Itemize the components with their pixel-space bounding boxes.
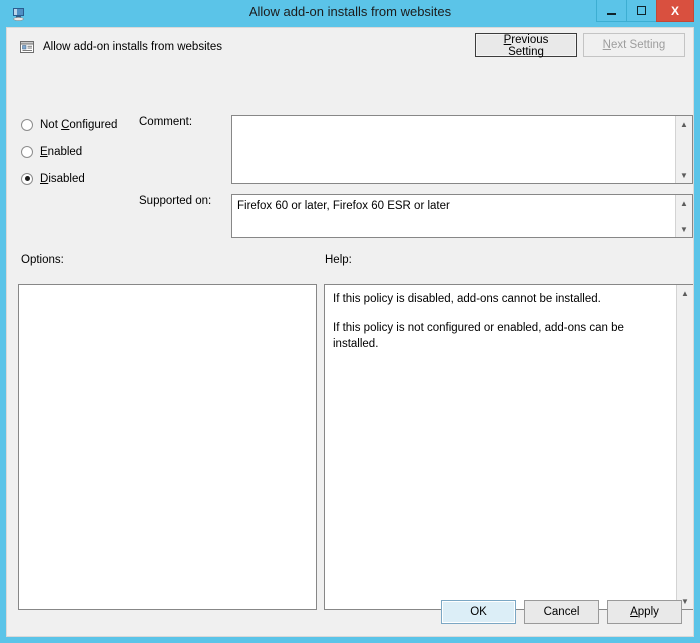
maximize-button[interactable] bbox=[626, 0, 657, 22]
policy-state-radio-group: Not Configured Enabled Disabled bbox=[21, 114, 141, 195]
supported-on-label: Supported on: bbox=[139, 195, 212, 207]
radio-enabled[interactable]: Enabled bbox=[21, 141, 141, 162]
radio-disabled[interactable]: Disabled bbox=[21, 168, 141, 189]
radio-not-configured-label: Not Configured bbox=[40, 118, 118, 131]
apply-label-rest: pply bbox=[637, 606, 659, 618]
help-paragraph: If this policy is disabled, add-ons cann… bbox=[333, 293, 601, 305]
policy-setting-icon bbox=[19, 39, 35, 55]
dialog-window: Allow add-on installs from websites X Al… bbox=[0, 0, 700, 643]
supported-on-scroll-down-icon[interactable]: ▼ bbox=[676, 221, 692, 237]
header-row: Allow add-on installs from websites Prev… bbox=[7, 28, 693, 72]
close-button[interactable]: X bbox=[656, 0, 694, 22]
radio-not-configured-indicator bbox=[21, 118, 33, 131]
comment-textbox[interactable]: ▲ ▼ bbox=[231, 115, 693, 184]
radio-enabled-label: Enabled bbox=[40, 145, 83, 158]
navigation-buttons: Previous Setting Next Setting bbox=[469, 33, 685, 58]
maximize-icon bbox=[637, 6, 646, 15]
comment-scroll-down-icon[interactable]: ▼ bbox=[676, 167, 692, 183]
help-scrollbar[interactable]: ▲ ▼ bbox=[676, 285, 693, 609]
help-content: If this policy is disabled, add-ons cann… bbox=[325, 285, 676, 609]
dialog-client-area: Allow add-on installs from websites Prev… bbox=[6, 27, 694, 637]
cancel-button[interactable]: Cancel bbox=[524, 600, 599, 624]
supported-on-value: Firefox 60 or later, Firefox 60 ESR or l… bbox=[237, 200, 450, 212]
radio-disabled-indicator bbox=[21, 172, 33, 185]
policy-title-block: Allow add-on installs from websites bbox=[19, 39, 222, 55]
supported-on-scroll-up-icon[interactable]: ▲ bbox=[676, 195, 692, 211]
previous-setting-label-rest: revious Setting bbox=[508, 34, 549, 58]
radio-enabled-indicator bbox=[21, 145, 33, 158]
dialog-footer: OK Cancel Apply bbox=[433, 600, 682, 624]
help-scroll-track[interactable] bbox=[677, 301, 693, 593]
apply-button[interactable]: Apply bbox=[607, 600, 682, 624]
ok-button[interactable]: OK bbox=[441, 600, 516, 624]
title-bar[interactable]: Allow add-on installs from websites X bbox=[6, 0, 694, 27]
window-title: Allow add-on installs from websites bbox=[248, 4, 452, 19]
minimize-icon bbox=[607, 12, 616, 15]
group-policy-editor-icon bbox=[10, 5, 28, 23]
radio-disabled-label: Disabled bbox=[40, 172, 85, 185]
comment-label: Comment: bbox=[139, 116, 193, 128]
supported-on-scroll-track[interactable] bbox=[676, 211, 692, 221]
radio-not-configured[interactable]: Not Configured bbox=[21, 114, 141, 135]
supported-on-scrollbar[interactable]: ▲ ▼ bbox=[675, 195, 692, 237]
comment-value[interactable] bbox=[232, 116, 675, 183]
options-label: Options: bbox=[21, 254, 64, 266]
next-setting-button[interactable]: Next Setting bbox=[583, 33, 685, 57]
help-panel: If this policy is disabled, add-ons cann… bbox=[324, 284, 693, 610]
supported-on-textbox[interactable]: Firefox 60 or later, Firefox 60 ESR or l… bbox=[231, 194, 693, 238]
options-panel[interactable] bbox=[18, 284, 317, 610]
next-setting-label-rest: ext Setting bbox=[610, 39, 666, 51]
comment-scroll-up-icon[interactable]: ▲ bbox=[676, 116, 692, 132]
previous-setting-button[interactable]: Previous Setting bbox=[475, 33, 577, 58]
help-scroll-up-icon[interactable]: ▲ bbox=[677, 285, 693, 301]
policy-name-label: Allow add-on installs from websites bbox=[43, 41, 222, 53]
help-label: Help: bbox=[325, 254, 352, 266]
comment-scroll-track[interactable] bbox=[676, 132, 692, 167]
minimize-button[interactable] bbox=[596, 0, 627, 22]
comment-scrollbar[interactable]: ▲ ▼ bbox=[675, 116, 692, 183]
help-paragraph: If this policy is not configured or enab… bbox=[333, 322, 624, 350]
caption-button-group: X bbox=[596, 0, 694, 22]
close-icon: X bbox=[670, 3, 679, 18]
